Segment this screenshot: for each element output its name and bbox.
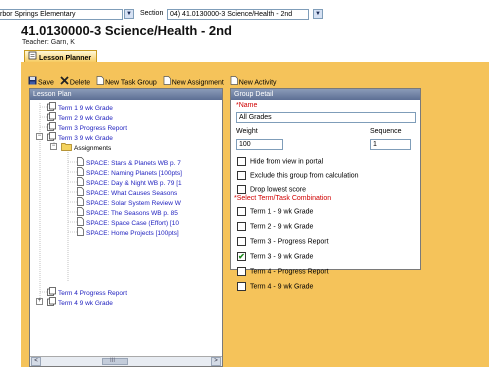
folder-icon (61, 142, 72, 155)
tree-item-term2-9wk[interactable]: Term 2 9 wk Grade (47, 112, 113, 122)
tree-item-assignment[interactable]: SPACE: Home Projects [100pts] (77, 227, 179, 237)
tree-item-term4-progress[interactable]: Term 4 Progress Report (47, 287, 127, 297)
lesson-plan-header: Lesson Plan (30, 89, 222, 100)
section-label: Section (140, 10, 164, 17)
tree-item-term1-9wk[interactable]: Term 1 9 wk Grade (47, 102, 113, 112)
checkbox[interactable] (237, 282, 246, 291)
weight-label: Weight (236, 128, 258, 135)
name-field[interactable]: All Grades (236, 112, 416, 123)
school-dropdown-arrow-icon[interactable]: ▼ (124, 9, 134, 19)
new-task-group-label: New Task Group (105, 79, 157, 87)
tree-item-assignment[interactable]: SPACE: Stars & Planets WB p. 7 (77, 157, 181, 167)
tree-item-assignment[interactable]: SPACE: Space Case (Effort) [10 (77, 217, 179, 227)
term-option[interactable]: Term 3 - Progress Report (237, 237, 329, 248)
top-bar: rbor Springs Elementary ▼ Section 04) 41… (0, 0, 489, 20)
expand-toggle-icon[interactable]: + (36, 298, 43, 305)
checkbox[interactable] (237, 267, 246, 276)
tree-item-term4-9wk[interactable]: Term 4 9 wk Grade (47, 297, 113, 307)
horizontal-scrollbar[interactable]: < III > (30, 356, 222, 366)
delete-label: Delete (69, 79, 91, 87)
tree-item-assignment[interactable]: SPACE: The Seasons WB p. 85 (77, 207, 178, 217)
lesson-planner-panel: Save Delete New Task Group New Assignmen… (21, 62, 489, 367)
collapse-toggle-icon[interactable]: − (50, 143, 57, 150)
term-option[interactable]: Term 2 - 9 wk Grade (237, 222, 313, 233)
checkbox-checked[interactable]: ✔ (237, 252, 246, 261)
sequence-label: Sequence (370, 128, 402, 135)
tree-item-assignment[interactable]: SPACE: Solar System Review W (77, 197, 181, 207)
tree-item-assignment[interactable]: SPACE: Naming Planets [100pts] (77, 167, 182, 177)
checkbox[interactable] (237, 207, 246, 216)
checkbox[interactable] (237, 222, 246, 231)
page-title: 41.0130000-3 Science/Health - 2nd (21, 23, 233, 38)
scroll-left-icon[interactable]: < (31, 357, 41, 366)
exclude-from-calculation-option[interactable]: Exclude this group from calculation (237, 171, 359, 182)
section-select[interactable]: 04) 41.0130000-3 Science/Health - 2nd (167, 9, 309, 20)
name-label: *Name (236, 102, 258, 109)
document-icon (77, 227, 84, 240)
term-task-label: *Select Term/Task Combination (234, 195, 332, 202)
scroll-right-icon[interactable]: > (211, 357, 221, 366)
tree-item-term3-progress[interactable]: Term 3 Progress Report (47, 122, 127, 132)
group-detail-panel: Group Detail *Name All Grades Weight 100… (230, 88, 421, 291)
new-activity-label: New Activity (238, 79, 277, 87)
tree-item-assignment[interactable]: SPACE: What Causes Seasons (77, 187, 177, 197)
save-label: Save (38, 79, 54, 87)
term-option[interactable]: Term 4 - 9 wk Grade (237, 282, 313, 293)
tree-item-assignments[interactable]: Assignments (61, 142, 111, 152)
sequence-field[interactable]: 1 (370, 139, 411, 150)
checkbox[interactable] (237, 157, 246, 166)
tree-item-term3-9wk[interactable]: Term 3 9 wk Grade (47, 132, 113, 142)
checkbox[interactable] (237, 185, 246, 194)
weight-field[interactable]: 100 (236, 139, 283, 150)
term-option[interactable]: Term 1 - 9 wk Grade (237, 207, 313, 218)
section-dropdown-arrow-icon[interactable]: ▼ (313, 9, 323, 19)
tab-label: Lesson Planner (39, 54, 92, 62)
term-option-selected[interactable]: ✔ Term 3 - 9 wk Grade (237, 252, 313, 263)
toolbar: Save Delete New Task Group New Assignmen… (28, 76, 281, 86)
collapse-toggle-icon[interactable]: − (36, 133, 43, 140)
lesson-plan-tree: Term 1 9 wk Grade Term 2 9 wk Grade Term… (30, 100, 222, 356)
group-detail-header: Group Detail (231, 89, 420, 100)
hide-from-portal-option[interactable]: Hide from view in portal (237, 157, 323, 168)
term-option[interactable]: Term 4 - Progress Report (237, 267, 329, 278)
task-group-icon (47, 297, 56, 310)
checkbox[interactable] (237, 237, 246, 246)
lesson-plan-panel: Lesson Plan Term 1 9 wk Grade Term 2 9 w… (29, 88, 223, 367)
school-select[interactable]: rbor Springs Elementary (0, 9, 123, 20)
checkbox[interactable] (237, 171, 246, 180)
new-assignment-label: New Assignment (171, 79, 224, 87)
teacher-name: Teacher: Garn, K (22, 39, 75, 46)
scrollbar-grip: III (110, 358, 116, 364)
tree-item-assignment[interactable]: SPACE: Day & Night WB p. 79 [1 (77, 177, 182, 187)
